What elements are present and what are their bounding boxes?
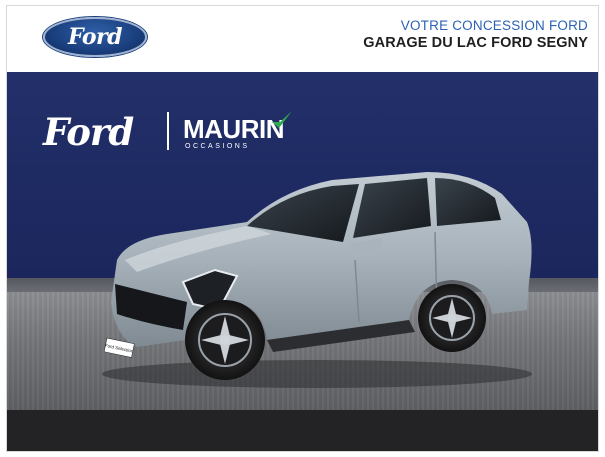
dealer-subtitle: VOTRE CONCESSION FORD (400, 18, 588, 33)
ford-logo[interactable]: Ford (43, 17, 147, 57)
vehicle-photo[interactable]: Ford MAURIN OCCASIONS Ford Sélection (7, 72, 598, 451)
checkmark-icon (272, 111, 292, 128)
listing-card: Ford VOTRE CONCESSION FORD GARAGE DU LAC… (6, 5, 599, 452)
dealer-name: GARAGE DU LAC FORD SEGNY (363, 35, 588, 51)
suv-car-image: Ford Sélection (102, 172, 532, 388)
ford-logo-text: Ford (67, 24, 123, 50)
maurin-logo-name: MAURIN (183, 114, 285, 144)
dealer-header: Ford VOTRE CONCESSION FORD GARAGE DU LAC… (7, 6, 598, 72)
floor-shadow (7, 410, 598, 451)
dealer-info: VOTRE CONCESSION FORD GARAGE DU LAC FORD… (363, 17, 588, 52)
